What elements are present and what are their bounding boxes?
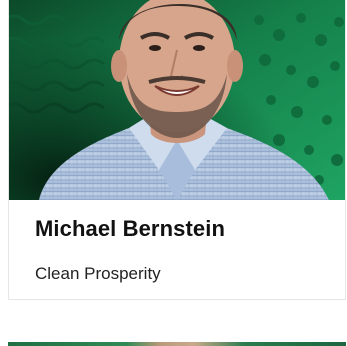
next-profile-card-edge[interactable]: [8, 342, 346, 346]
profile-card[interactable]: Michael Bernstein Clean Prosperity: [8, 0, 346, 300]
profile-photo: [9, 0, 345, 200]
organization-name: Clean Prosperity: [35, 264, 161, 283]
person-name[interactable]: Michael Bernstein: [35, 216, 225, 242]
